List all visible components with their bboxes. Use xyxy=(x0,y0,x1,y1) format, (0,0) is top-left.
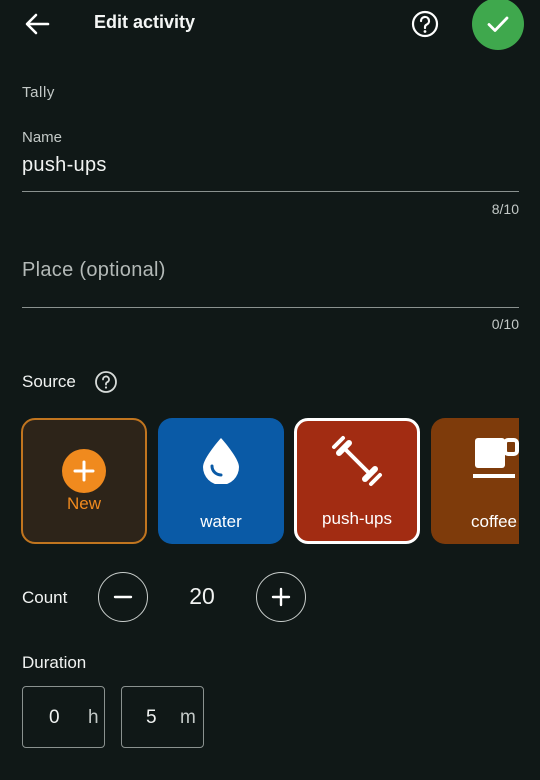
count-value: 20 xyxy=(189,583,215,609)
duration-hours-field[interactable]: 0 h xyxy=(22,686,105,748)
source-card-label: push-ups xyxy=(322,509,392,528)
decrement-button[interactable] xyxy=(98,572,148,622)
place-input[interactable]: Place (optional) xyxy=(22,259,166,282)
page-title: Edit activity xyxy=(94,12,196,32)
source-card-label: water xyxy=(200,512,242,531)
source-help-icon[interactable] xyxy=(94,370,118,394)
back-arrow-icon[interactable] xyxy=(22,9,52,39)
source-card-new[interactable]: New xyxy=(21,418,147,544)
count-label: Count xyxy=(22,588,68,607)
source-label: Source xyxy=(22,372,76,391)
name-input[interactable]: push-ups xyxy=(22,154,107,177)
increment-button[interactable] xyxy=(256,572,306,622)
place-char-counter: 0/10 xyxy=(491,316,519,332)
dumbbell-icon xyxy=(297,435,417,487)
source-card-label: coffee xyxy=(470,512,517,531)
name-field-underline xyxy=(22,191,519,192)
plus-icon xyxy=(270,586,292,608)
coffee-cup-icon xyxy=(431,436,519,482)
source-card-coffee[interactable]: coffee xyxy=(431,418,519,544)
check-icon xyxy=(484,10,512,38)
place-field-underline xyxy=(22,307,519,308)
water-drop-icon xyxy=(158,436,284,484)
duration-label: Duration xyxy=(22,653,87,672)
save-button[interactable] xyxy=(472,0,524,50)
name-char-counter: 8/10 xyxy=(491,201,519,217)
plus-circle-icon xyxy=(23,448,145,494)
source-card-water[interactable]: water xyxy=(158,418,284,544)
minutes-value: 5 xyxy=(146,707,157,728)
source-card-push-ups[interactable]: push-ups xyxy=(294,418,420,544)
hours-unit: h xyxy=(88,707,99,728)
hours-value: 0 xyxy=(49,707,60,728)
source-card-list[interactable]: New water push-ups coffee xyxy=(21,418,519,546)
duration-minutes-field[interactable]: 5 m xyxy=(121,686,204,748)
name-field-label: Name xyxy=(22,129,63,146)
source-card-label: New xyxy=(66,494,101,513)
help-icon[interactable] xyxy=(409,8,441,40)
section-caption: Tally xyxy=(22,84,56,101)
minutes-unit: m xyxy=(180,707,196,728)
minus-icon xyxy=(112,586,134,608)
